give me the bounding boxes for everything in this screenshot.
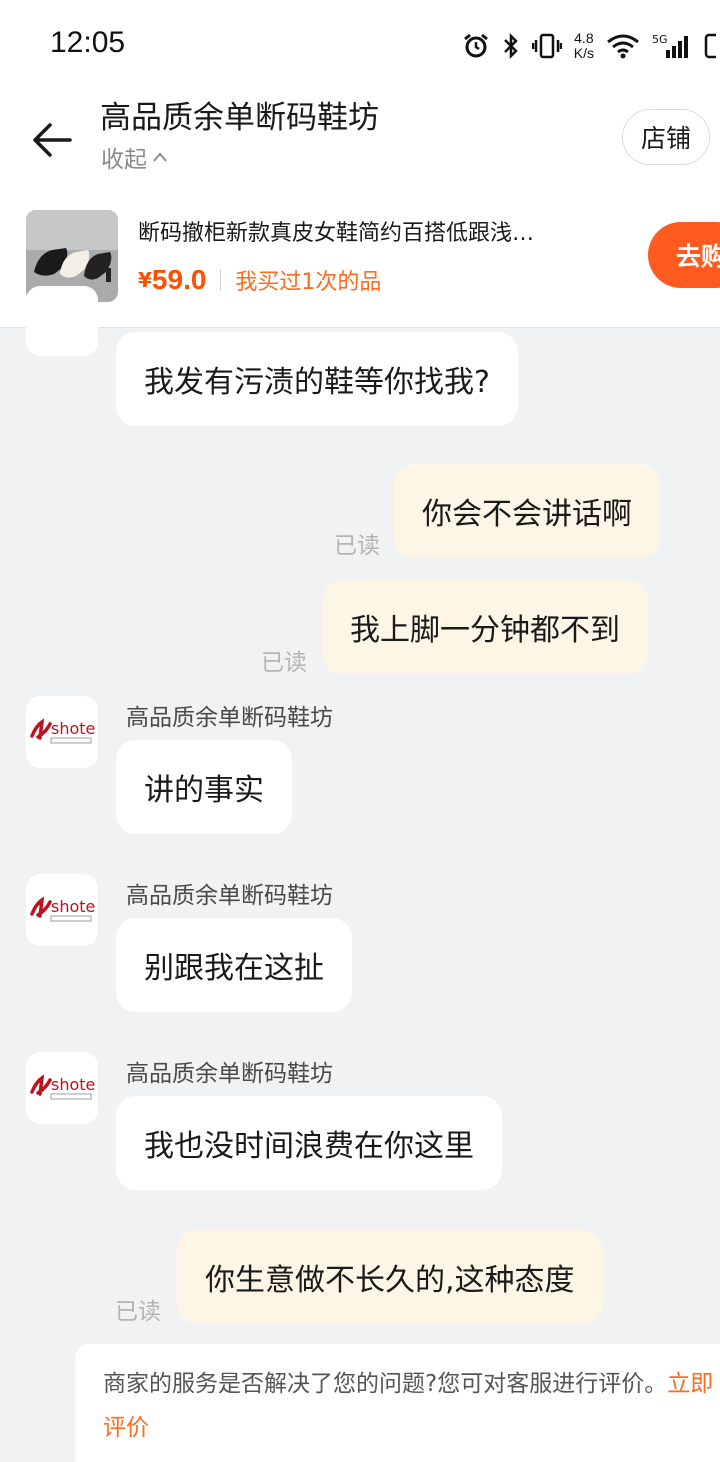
read-status: 已读 bbox=[115, 1299, 161, 1325]
battery-icon bbox=[704, 33, 716, 59]
sender-name: 高品质余单断码鞋坊 bbox=[126, 1061, 333, 1087]
vibrate-icon bbox=[531, 33, 562, 59]
network-speed-value: 4.8 bbox=[574, 30, 594, 46]
shop-avatar[interactable]: shote bbox=[26, 696, 98, 768]
buy-button[interactable]: 去购 bbox=[648, 222, 720, 288]
chat-header: 高品质余单断码鞋坊 收起 店铺 bbox=[0, 88, 720, 188]
collapse-toggle[interactable]: 收起 bbox=[101, 140, 169, 174]
sender-name: 高品质余单断码鞋坊 bbox=[126, 705, 333, 731]
product-title[interactable]: 断码撤柜新款真皮女鞋简约百搭低跟浅… bbox=[138, 215, 653, 247]
message-bubble-incoming[interactable]: 讲的事实 bbox=[116, 740, 292, 834]
chevron-up-icon bbox=[153, 152, 167, 162]
product-price: 59.0 bbox=[151, 264, 207, 295]
shop-title: 高品质余单断码鞋坊 bbox=[100, 100, 379, 136]
message-bubble-incoming[interactable]: 别跟我在这扯 bbox=[116, 918, 352, 1012]
collapse-label: 收起 bbox=[101, 147, 147, 173]
signal-5g-icon: 5G bbox=[652, 33, 688, 58]
avatar-logo-text: shote bbox=[51, 1075, 95, 1094]
read-status: 已读 bbox=[261, 650, 307, 676]
message-bubble-outgoing[interactable]: 我上脚一分钟都不到 bbox=[322, 580, 648, 674]
shop-avatar[interactable]: shote bbox=[26, 874, 98, 946]
feedback-text: 商家的服务是否解决了您的问题?您可对客服进行评价。 bbox=[103, 1371, 668, 1397]
price-divider bbox=[220, 269, 222, 291]
message-bubble-incoming[interactable]: 我发有污渍的鞋等你找我? bbox=[116, 332, 518, 426]
sender-name: 高品质余单断码鞋坊 bbox=[126, 883, 333, 909]
network-type: 5G bbox=[652, 33, 668, 46]
status-icons: 4.8 K/s 5G bbox=[462, 28, 716, 64]
wifi-icon bbox=[607, 34, 639, 59]
price-currency: ¥ bbox=[138, 268, 152, 292]
store-button[interactable]: 店铺 bbox=[622, 109, 710, 165]
status-time: 12:05 bbox=[50, 26, 126, 59]
avatar-logo-text: shote bbox=[51, 719, 95, 738]
product-card[interactable]: 断码撤柜新款真皮女鞋简约百搭低跟浅… ¥ 59.0 我买过1次的品 去购 bbox=[0, 188, 720, 328]
price-row: ¥ 59.0 我买过1次的品 bbox=[138, 264, 381, 296]
network-speed-unit: K/s bbox=[573, 45, 594, 61]
read-status: 已读 bbox=[334, 533, 380, 559]
message-bubble-outgoing[interactable]: 你生意做不长久的,这种态度 bbox=[177, 1230, 603, 1324]
status-bar: 12:05 4.8 K/s 5G bbox=[0, 0, 720, 88]
network-speed: 4.8 K/s bbox=[574, 31, 594, 61]
avatar[interactable] bbox=[26, 286, 98, 356]
message-bubble-incoming[interactable]: 我也没时间浪费在你这里 bbox=[116, 1096, 502, 1190]
shop-avatar[interactable]: shote bbox=[26, 1052, 98, 1124]
bluetooth-icon bbox=[503, 32, 518, 60]
purchase-history-note: 我买过1次的品 bbox=[235, 270, 382, 295]
back-arrow-icon[interactable] bbox=[28, 116, 76, 164]
avatar-logo-text: shote bbox=[51, 897, 95, 916]
service-feedback-prompt: 商家的服务是否解决了您的问题?您可对客服进行评价。立即评价 bbox=[75, 1344, 720, 1462]
message-bubble-outgoing[interactable]: 你会不会讲话啊 bbox=[394, 464, 660, 558]
alarm-icon bbox=[463, 33, 488, 58]
